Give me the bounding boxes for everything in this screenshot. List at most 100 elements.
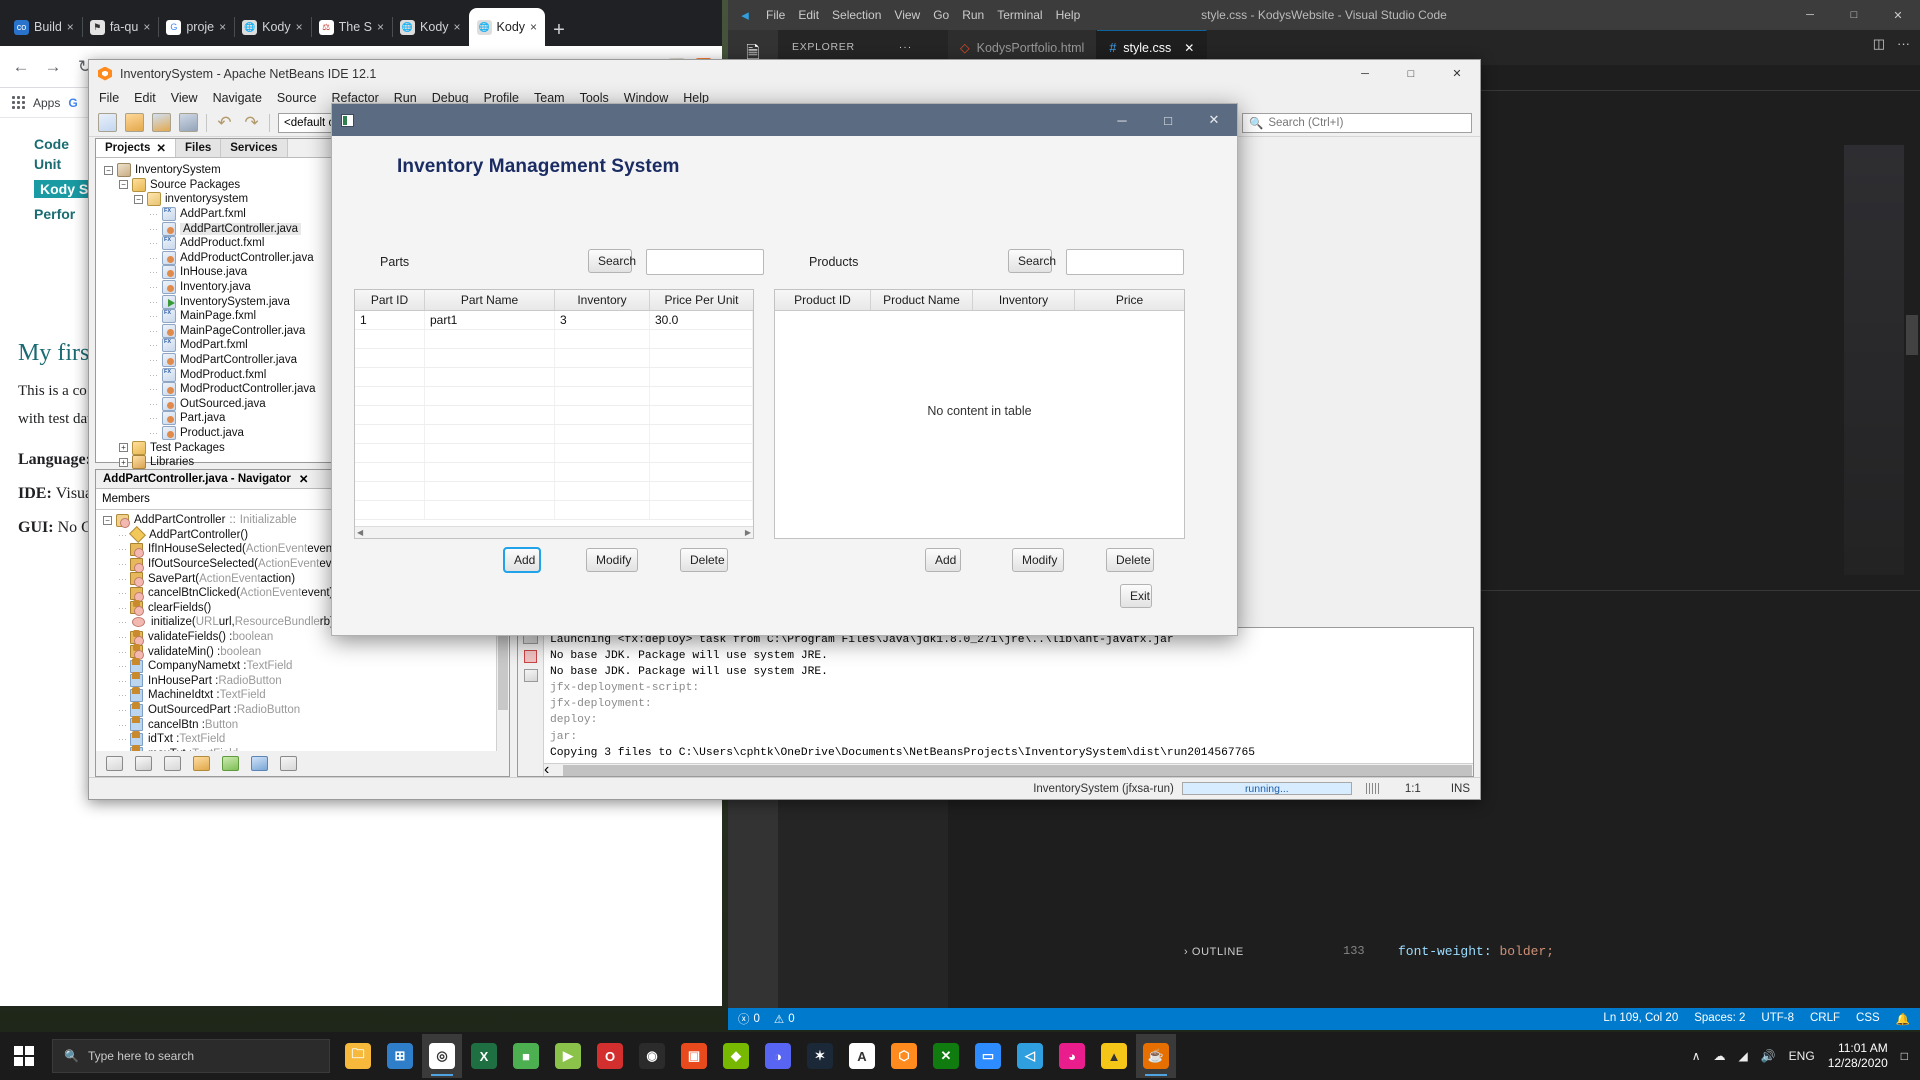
tree-expander-icon[interactable]: −	[104, 165, 113, 175]
output-window[interactable]: Launching <fx:deploy> task from C:\Progr…	[517, 627, 1474, 777]
zoom-icon[interactable]: ▭	[968, 1034, 1008, 1078]
column-header-price-per-unit[interactable]: Price Per Unit	[650, 290, 753, 310]
vscode-minimize-button[interactable]: ─	[1788, 9, 1832, 22]
column-header-product-name[interactable]: Product Name	[871, 290, 973, 310]
stop-icon[interactable]	[524, 650, 537, 663]
table-row[interactable]	[355, 482, 753, 501]
navigator-member[interactable]: ··· CompanyNametxt : TextField	[96, 657, 509, 674]
scrollbar-thumb[interactable]	[1906, 315, 1918, 355]
parts-add-button[interactable]: Add	[503, 547, 541, 573]
affinity-icon[interactable]: ▲	[1094, 1034, 1134, 1078]
table-row[interactable]	[355, 387, 753, 406]
browser-tab-6[interactable]: 🌐 Kody ×	[468, 8, 546, 46]
exit-button[interactable]: Exit	[1120, 584, 1152, 608]
table-row[interactable]	[355, 463, 753, 482]
parts-search-button[interactable]: Search	[588, 249, 636, 273]
browser-tab-1[interactable]: ⚑ fa-qu ×	[82, 8, 160, 46]
start-button[interactable]	[0, 1032, 48, 1080]
nvidia-icon[interactable]: ◆	[716, 1034, 756, 1078]
products-add-button[interactable]: Add	[925, 548, 961, 572]
table-row[interactable]	[355, 501, 753, 520]
filter-icon-1[interactable]	[106, 756, 123, 771]
column-header-part-id[interactable]: Part ID	[355, 290, 425, 310]
tree-expander-icon[interactable]: +	[119, 457, 128, 467]
scroll-left-icon[interactable]: ‹	[544, 761, 549, 776]
browser-tab-2[interactable]: G proje ×	[158, 8, 236, 46]
status-progress-bar[interactable]: running...	[1181, 782, 1352, 795]
show-inherited-icon[interactable]	[251, 756, 268, 771]
apps-grid-icon[interactable]	[12, 96, 25, 109]
minimize-button[interactable]: ─	[1342, 60, 1388, 87]
dialog-close-button[interactable]: ✕	[1191, 104, 1237, 136]
parts-search-input[interactable]	[646, 249, 764, 275]
browser-tab-5[interactable]: 🌐 Kody ×	[392, 8, 470, 46]
column-header-part-name[interactable]: Part Name	[425, 290, 555, 310]
browser-tab-3[interactable]: 🌐 Kody ×	[234, 8, 312, 46]
table-row[interactable]	[355, 406, 753, 425]
tree-expander-icon[interactable]: −	[119, 180, 128, 190]
cursor-position[interactable]: Ln 109, Col 20	[1603, 1012, 1678, 1026]
vscode-menu-view[interactable]: View	[894, 8, 920, 22]
vscode-maximize-button[interactable]: □	[1832, 9, 1876, 22]
open-project-icon[interactable]	[152, 113, 171, 132]
filter-icon-2[interactable]	[135, 756, 152, 771]
table-row[interactable]	[355, 330, 753, 349]
bookmarks-apps-label[interactable]: Apps	[33, 96, 60, 110]
menu-edit[interactable]: Edit	[134, 91, 156, 105]
vscode-menu-terminal[interactable]: Terminal	[997, 8, 1042, 22]
xbox-icon[interactable]: ✕	[926, 1034, 966, 1078]
column-header-product-id[interactable]: Product ID	[775, 290, 871, 310]
netbeans-alt-icon[interactable]: A	[842, 1034, 882, 1078]
parts-table-hscrollbar[interactable]: ◀ ▶	[355, 526, 753, 538]
browser-tab-4[interactable]: ⚖ The S ×	[311, 8, 394, 46]
parts-delete-button[interactable]: Delete	[680, 548, 728, 572]
navigator-member[interactable]: ··· InHousePart : RadioButton	[96, 672, 509, 689]
close-icon[interactable]: ×	[219, 20, 226, 34]
tree-expander-icon[interactable]: −	[134, 194, 143, 204]
close-icon[interactable]: ×	[530, 20, 537, 34]
back-button[interactable]: ←	[10, 57, 32, 77]
tab-files[interactable]: Files	[176, 139, 222, 157]
menu-view[interactable]: View	[171, 91, 198, 105]
netbeans-search-box[interactable]: 🔍 Search (Ctrl+I)	[1242, 112, 1472, 133]
chrome-icon[interactable]: ◎	[422, 1034, 462, 1078]
table-row[interactable]	[355, 349, 753, 368]
vscode-close-button[interactable]: ✕	[1876, 9, 1920, 22]
minimap[interactable]	[1844, 145, 1904, 575]
forward-button[interactable]: →	[42, 57, 64, 77]
excel-icon[interactable]: X	[464, 1034, 504, 1078]
store-icon[interactable]: ⊞	[380, 1034, 420, 1078]
indent-setting[interactable]: Spaces: 2	[1694, 1012, 1745, 1026]
warning-icon[interactable]: ⚠	[774, 1012, 784, 1026]
camtasia-icon[interactable]: ▶	[548, 1034, 588, 1078]
explorer-more-icon[interactable]: ···	[899, 41, 913, 53]
vscode-menu-run[interactable]: Run	[962, 8, 984, 22]
file-explorer-icon[interactable]: 🗀	[338, 1034, 378, 1078]
outline-section-header[interactable]: › OUTLINE	[1184, 946, 1244, 958]
tab-services[interactable]: Services	[221, 139, 288, 157]
redo-icon[interactable]: ↷	[242, 113, 261, 132]
network-icon[interactable]: ◢	[1738, 1049, 1747, 1063]
vscode-menu-help[interactable]: Help	[1056, 8, 1081, 22]
close-icon[interactable]: ×	[67, 20, 74, 34]
new-project-icon[interactable]	[125, 113, 144, 132]
encoding[interactable]: UTF-8	[1761, 1012, 1794, 1026]
close-icon[interactable]: ✕	[299, 472, 309, 486]
sort-icon[interactable]	[280, 756, 297, 771]
scroll-right-icon[interactable]: ▶	[745, 528, 751, 537]
tray-expand-icon[interactable]: ∧	[1692, 1049, 1701, 1063]
navigator-member[interactable]: ··· idTxt : TextField	[96, 730, 509, 747]
vscode-menu-selection[interactable]: Selection	[832, 8, 881, 22]
java-icon[interactable]: ☕	[1136, 1034, 1176, 1078]
menu-source[interactable]: Source	[277, 91, 317, 105]
onedrive-icon[interactable]: ☁	[1713, 1049, 1725, 1063]
products-search-input[interactable]	[1066, 249, 1184, 275]
table-row[interactable]	[355, 368, 753, 387]
error-icon[interactable]: ⓧ	[738, 1011, 750, 1027]
table-row[interactable]: 1 part1 3 30.0	[355, 311, 753, 330]
navigator-member[interactable]: ··· MachineIdtxt : TextField	[96, 686, 509, 703]
show-non-public-icon[interactable]	[193, 756, 210, 771]
dialog-minimize-button[interactable]: ─	[1099, 104, 1145, 136]
maximize-button[interactable]: □	[1388, 60, 1434, 87]
vscode-menu-edit[interactable]: Edit	[798, 8, 819, 22]
